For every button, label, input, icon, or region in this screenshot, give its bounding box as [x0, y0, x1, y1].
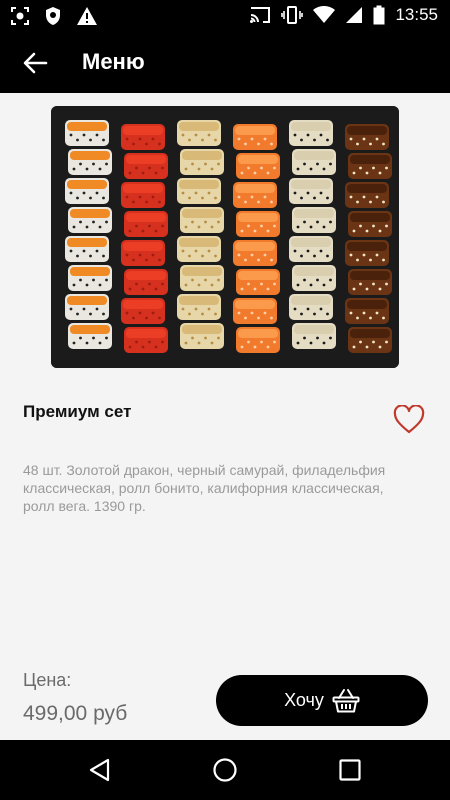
warning-icon — [77, 7, 97, 25]
shield-icon — [46, 7, 60, 25]
product-name: Премиум сет — [23, 402, 132, 421]
screenshot-icon — [11, 7, 29, 25]
arrow-left-icon[interactable] — [22, 50, 48, 76]
sushi-set-photo — [51, 106, 399, 368]
app-bar: Меню — [0, 32, 450, 93]
clock: 13:55 — [395, 5, 438, 24]
status-bar: 13:55 — [0, 0, 450, 32]
vibrate-icon — [281, 6, 304, 24]
basket-icon — [332, 688, 360, 712]
triangle-back-icon[interactable] — [87, 757, 113, 783]
product-description: 48 шт. Золотой дракон, черный самурай, ф… — [23, 462, 386, 514]
want-button[interactable]: Хочу — [216, 675, 428, 726]
price-label: Цена: — [23, 670, 72, 690]
system-nav-bar — [0, 740, 450, 800]
price-value: 499,00 руб — [23, 702, 128, 725]
wifi-icon — [313, 6, 336, 23]
circle-home-icon[interactable] — [212, 757, 238, 783]
heart-outline-icon[interactable] — [393, 405, 425, 435]
page-title: Меню — [82, 49, 145, 74]
square-recents-icon[interactable] — [337, 757, 363, 783]
want-button-label: Хочу — [284, 690, 324, 710]
cast-icon — [250, 7, 271, 23]
signal-icon — [346, 7, 363, 23]
battery-icon — [373, 5, 385, 25]
